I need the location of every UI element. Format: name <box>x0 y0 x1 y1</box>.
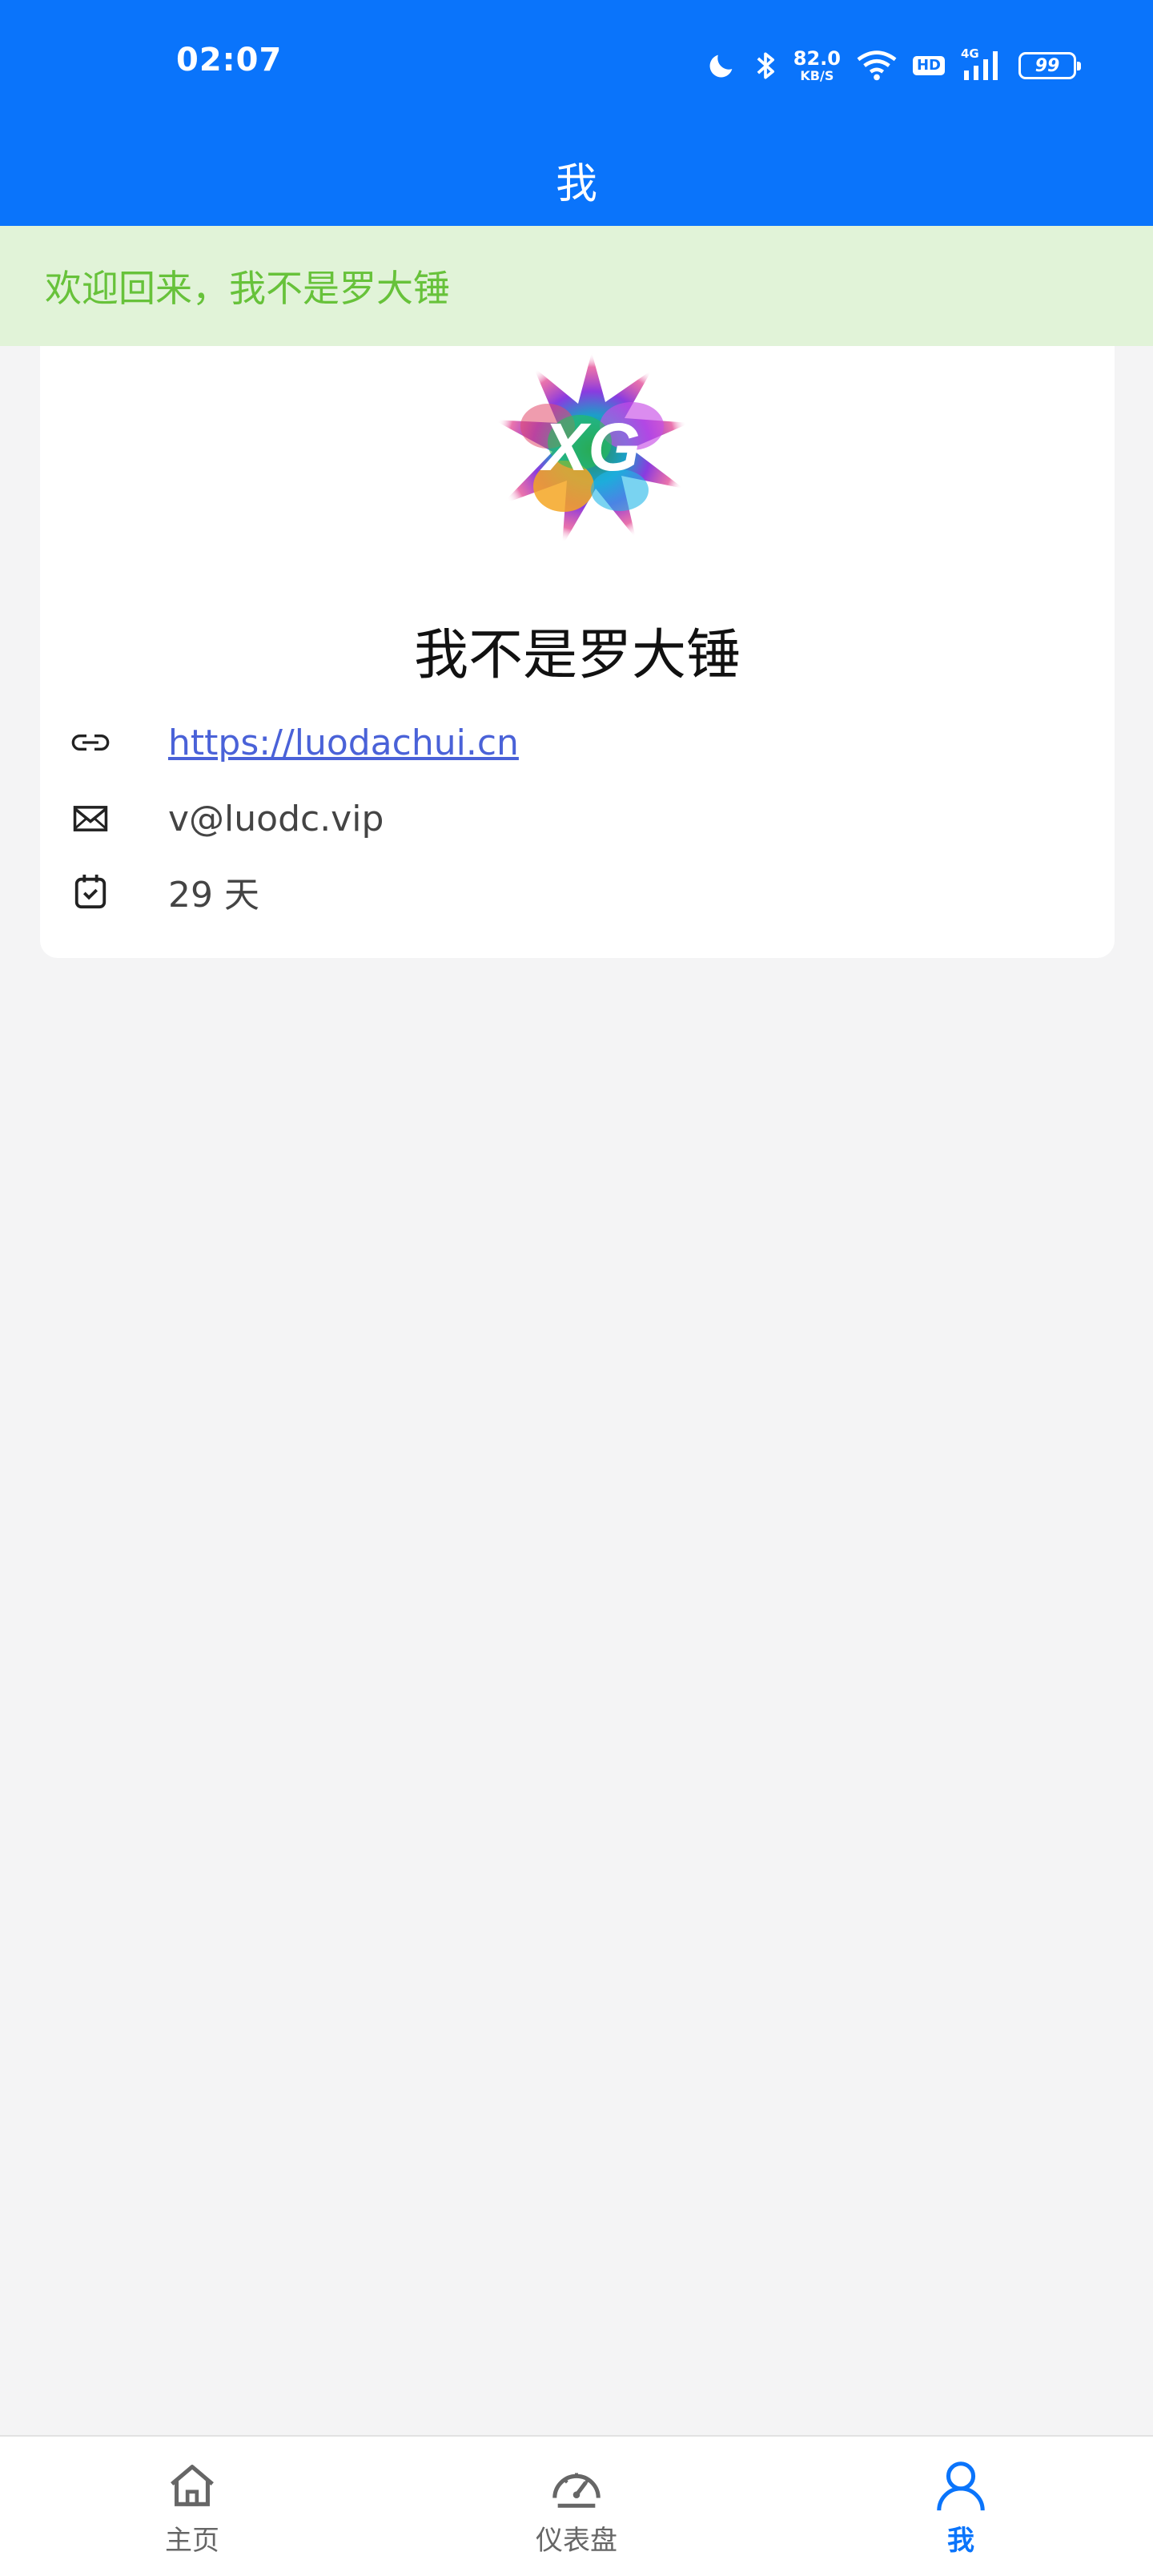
network-speed-value: 82.0 <box>793 47 841 70</box>
avatar: XG <box>493 352 690 546</box>
status-bar: 02:07 82.0 KB/S HD 4G 99 <box>0 0 1153 133</box>
tab-home[interactable]: 主页 <box>0 2437 384 2576</box>
network-speed-unit: KB/S <box>800 68 834 83</box>
nav-bar: 我 <box>0 133 1153 226</box>
welcome-banner: 欢迎回来，我不是罗大锤 <box>0 226 1153 346</box>
status-icons: 82.0 KB/S HD 4G 99 <box>705 42 1081 90</box>
profile-card: XG 我不是罗大锤 https://luodachui.cn v@luodc.v… <box>40 346 1115 958</box>
tab-dashboard[interactable]: 仪表盘 <box>384 2437 769 2576</box>
battery-icon: 99 <box>1018 52 1081 79</box>
website-link[interactable]: https://luodachui.cn <box>168 722 519 763</box>
tab-me[interactable]: 我 <box>769 2437 1153 2576</box>
user-icon <box>937 2461 985 2511</box>
avatar-text: XG <box>540 409 640 485</box>
home-icon <box>171 2465 214 2506</box>
tab-home-label: 主页 <box>165 2525 219 2557</box>
bluetooth-icon <box>757 52 774 79</box>
calendar-check-icon <box>70 871 110 912</box>
moon-icon <box>709 54 733 78</box>
email-text: v@luodc.vip <box>168 798 384 839</box>
bottom-tab-bar: 主页 仪表盘 我 <box>0 2435 1153 2576</box>
welcome-text: 欢迎回来，我不是罗大锤 <box>45 267 450 310</box>
status-time: 02:07 <box>176 42 283 78</box>
hd-badge: HD <box>912 56 945 75</box>
battery-level: 99 <box>1034 55 1060 76</box>
profile-name: 我不是罗大锤 <box>413 624 741 687</box>
mail-icon <box>70 799 110 839</box>
signal-icon: 4G <box>961 46 1002 82</box>
tab-dashboard-label: 仪表盘 <box>536 2525 617 2557</box>
website-row: https://luodachui.cn <box>70 714 519 771</box>
days-text: 29 天 <box>168 875 259 916</box>
wifi-icon <box>857 50 897 81</box>
dashboard-icon <box>552 2473 601 2508</box>
tab-me-label: 我 <box>947 2525 974 2557</box>
email-row: v@luodc.vip <box>70 791 384 847</box>
page-title: 我 <box>555 159 597 208</box>
days-row: 29 天 <box>70 863 259 920</box>
link-icon <box>70 722 110 763</box>
network-speed: 82.0 KB/S <box>793 49 841 83</box>
